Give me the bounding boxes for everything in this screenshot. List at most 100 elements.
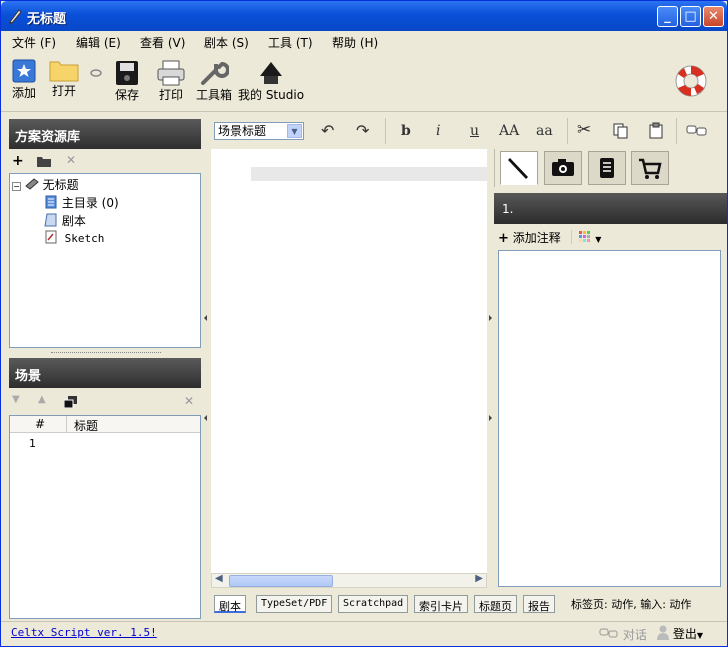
studio-label: 我的 Studio [238, 88, 305, 102]
chat-icon [599, 628, 618, 638]
collapse-right-icon[interactable] [489, 315, 492, 321]
copy-icon[interactable] [613, 123, 628, 139]
help-lifebuoy-icon[interactable] [673, 63, 709, 99]
italic-button[interactable]: i [436, 123, 440, 139]
menu-script[interactable]: 剧本 (S) [204, 34, 249, 51]
maximize-button[interactable]: □ [680, 6, 701, 27]
right-splitter[interactable] [487, 149, 493, 619]
tab-typeset-pdf[interactable]: TypeSet/PDF [256, 595, 333, 613]
close-button[interactable]: ✕ [703, 6, 724, 27]
scenes-toolbar: ▼ ▲ ✕ [9, 394, 201, 412]
toolbox-label: 工具箱 [196, 88, 233, 102]
floppy-disk-icon [116, 61, 138, 85]
table-row[interactable]: 1 [10, 436, 200, 453]
save-button[interactable]: 保存 [115, 60, 139, 103]
sketch-icon [45, 230, 57, 244]
menu-file[interactable]: 文件 (F) [12, 34, 56, 51]
scenes-table: # 标题 1 [9, 415, 201, 619]
copy-scene-icon[interactable] [64, 396, 77, 408]
menu-view[interactable]: 查看 (V) [140, 34, 185, 51]
camera-icon [552, 159, 574, 176]
tab-notes[interactable] [500, 151, 538, 185]
open-label: 打开 [51, 84, 76, 98]
library-splitter[interactable] [51, 348, 161, 353]
open-button[interactable]: 打开 [49, 58, 79, 99]
status-bar: Celtx Script ver. 1.5! 对话 登出▼ [1, 621, 727, 646]
scroll-right-icon[interactable]: ▶ [475, 573, 483, 584]
undo-icon[interactable]: ↶ [321, 121, 334, 140]
tree-item-sketch[interactable]: Sketch [44, 230, 104, 247]
tree-item-master-catalog[interactable]: 主目录 (0) [44, 194, 119, 211]
scenes-header: 场景 [9, 358, 201, 388]
tab-script[interactable]: 剧本 [214, 595, 246, 613]
left-splitter[interactable] [203, 115, 209, 621]
collapse-right-icon[interactable] [489, 415, 492, 421]
add-note-button[interactable]: + 添加注释 ▼ [498, 229, 601, 246]
my-studio-button[interactable]: 我的 Studio [238, 60, 304, 103]
bold-button[interactable]: b [401, 123, 411, 139]
menu-edit[interactable]: 编辑 (E) [76, 34, 121, 51]
logout-button[interactable]: 登出▼ [657, 625, 703, 642]
tree-item-script[interactable]: 剧本 [44, 212, 86, 229]
column-title[interactable]: 标题 [74, 417, 98, 434]
tab-scratchpad[interactable]: Scratchpad [338, 595, 409, 613]
scissors-icon[interactable]: ✂ [577, 120, 591, 140]
window-title: 无标题 [27, 12, 67, 27]
minimize-button[interactable]: _ [657, 6, 678, 27]
tab-breakdown[interactable] [588, 151, 626, 185]
tree-root[interactable]: − 无标题 [12, 176, 79, 193]
collapse-left-icon[interactable] [204, 415, 207, 421]
scroll-thumb[interactable] [229, 575, 333, 587]
uppercase-button[interactable]: AA [499, 123, 519, 139]
add-item-icon[interactable]: + [12, 153, 24, 169]
project-icon [25, 178, 39, 190]
menu-tools[interactable]: 工具 (T) [268, 34, 313, 51]
print-button[interactable]: 打印 [156, 60, 186, 103]
version-link[interactable]: Celtx Script ver. 1.5! [11, 626, 157, 639]
chevron-down-icon: ▼ [696, 631, 703, 640]
toolbox-button[interactable]: 工具箱 [196, 60, 232, 103]
collapse-left-icon[interactable] [204, 315, 207, 321]
tab-title-page[interactable]: 标题页 [474, 595, 517, 613]
underline-button[interactable]: u [470, 123, 479, 139]
logout-label: 登出 [672, 627, 697, 641]
chevron-down-icon[interactable]: ▼ [287, 124, 302, 138]
app-icon [9, 9, 22, 24]
tree-item-label: Sketch [64, 232, 105, 245]
tree-root-label: 无标题 [42, 178, 79, 192]
script-editor[interactable] [211, 149, 487, 573]
sidebar-tabs [494, 149, 727, 187]
catalog-icon [45, 195, 57, 209]
delete-item-icon[interactable]: ✕ [66, 153, 76, 167]
note-scene-header: 1. [494, 193, 727, 224]
tab-media[interactable] [544, 151, 582, 185]
library-tree: − 无标题 主目录 (0) 剧本 Sketch [9, 173, 201, 348]
add-project-icon [12, 59, 36, 83]
color-palette-icon[interactable] [579, 231, 591, 243]
tab-store[interactable] [631, 151, 669, 185]
add-button[interactable]: 添加 [11, 58, 37, 101]
horizontal-scrollbar[interactable]: ◀ ▶ [211, 573, 487, 588]
library-header: 方案资源库 [9, 119, 201, 149]
column-number[interactable]: # [35, 417, 45, 431]
lowercase-button[interactable]: aa [536, 123, 553, 139]
move-up-icon[interactable]: ▲ [38, 394, 46, 405]
collapse-icon[interactable]: − [12, 182, 21, 191]
scroll-left-icon[interactable]: ◀ [215, 573, 223, 584]
tab-report[interactable]: 报告 [523, 595, 555, 613]
chevron-down-icon[interactable]: ▼ [595, 235, 601, 244]
table-header: # 标题 [10, 416, 200, 433]
tab-index-cards[interactable]: 索引卡片 [414, 595, 468, 613]
new-folder-icon[interactable] [37, 156, 51, 167]
save-label: 保存 [115, 88, 140, 102]
note-textarea[interactable] [498, 250, 721, 587]
element-style-select[interactable]: 场景标题 ▼ [214, 122, 304, 140]
delete-scene-icon[interactable]: ✕ [184, 394, 194, 408]
paste-icon[interactable] [649, 122, 663, 139]
title-bar[interactable]: 无标题 _ □ ✕ [1, 1, 727, 31]
dialogue-icon[interactable] [686, 125, 708, 138]
menu-help[interactable]: 帮助 (H) [332, 34, 378, 51]
redo-icon[interactable]: ↷ [356, 121, 369, 140]
move-down-icon[interactable]: ▼ [12, 394, 20, 405]
chat-button[interactable]: 对话 [599, 626, 647, 643]
